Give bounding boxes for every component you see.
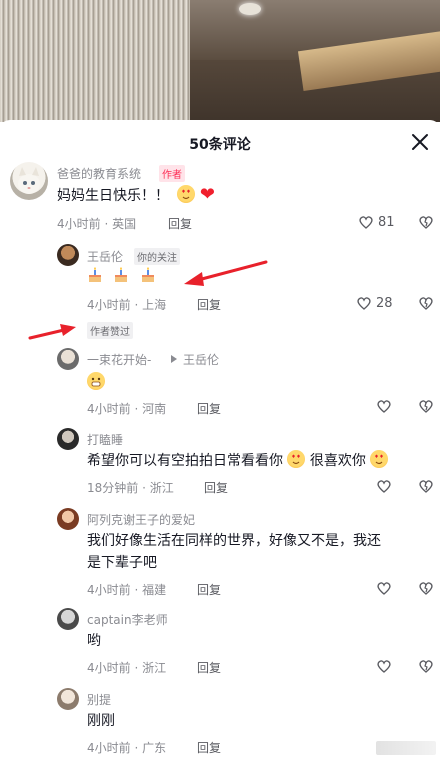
heart-outline-icon [357, 297, 371, 310]
comment-username[interactable]: captain李老师 [87, 611, 168, 628]
dislike-button[interactable] [418, 398, 434, 418]
dislike-button[interactable] [418, 478, 434, 498]
broken-heart-icon [419, 660, 433, 673]
comments-count-title: 50条评论 [189, 137, 251, 153]
comment-username[interactable]: 打瞌睡 [87, 431, 123, 448]
comment-text-part-1: 希望你可以有空拍拍日常看看你 [87, 453, 283, 469]
comment-meta: 4小时前 · 英国 [57, 217, 137, 231]
birthday-cake-icon [89, 267, 101, 282]
avatar[interactable] [57, 688, 79, 710]
reply-arrow-icon [171, 355, 177, 363]
broken-heart-icon [419, 297, 433, 310]
heart-outline-icon [377, 582, 391, 595]
comment-text-line-1: 我们好像生活在同样的世界，好像又不是，我还 [87, 533, 381, 549]
comment-text: 哟 [87, 633, 101, 649]
close-icon [412, 134, 428, 150]
reply-comment-item: 阿列克谢王子的爱妃 我们好像生活在同样的世界，好像又不是，我还 是下辈子吧 4小… [0, 505, 440, 600]
heart-eyes-emoji-icon [287, 450, 306, 468]
comment-text [87, 266, 162, 288]
avatar[interactable] [10, 162, 48, 200]
heart-outline-icon [359, 216, 373, 229]
avatar[interactable] [57, 608, 79, 630]
comment-meta: 18分钟前 · 浙江 [87, 481, 174, 495]
reply-comment-item: captain李老师 哟 4小时前 · 浙江 回复 [0, 605, 440, 680]
broken-heart-icon [419, 582, 433, 595]
comment-text [87, 372, 105, 394]
birthday-cake-icon [115, 267, 128, 282]
red-arrow-annotation [28, 324, 76, 340]
comments-header: 50条评论 [0, 120, 440, 164]
heart-outline-icon [377, 400, 391, 413]
heart-eyes-emoji-icon [177, 185, 196, 203]
comment-username[interactable]: 一束花开始- [87, 351, 151, 368]
author-liked-badge: 作者赞过 [87, 322, 133, 339]
author-badge: 作者 [159, 165, 185, 182]
comment-text: 妈妈生日快乐！！ ❤ [57, 184, 215, 207]
close-button[interactable] [410, 132, 430, 152]
reply-button[interactable]: 回复 [168, 215, 192, 232]
dislike-button[interactable] [418, 580, 434, 600]
broken-heart-icon [419, 216, 433, 229]
dislike-button[interactable] [418, 214, 434, 234]
grimace-emoji-icon [87, 372, 105, 390]
cat-avatar-icon [18, 167, 40, 194]
heart-outline-icon [377, 480, 391, 493]
red-heart-emoji-icon: ❤ [199, 184, 215, 205]
avatar[interactable] [57, 348, 79, 370]
ceiling-light [239, 3, 261, 15]
broken-heart-icon [419, 400, 433, 413]
comment-text: 希望你可以有空拍拍日常看看你 很喜欢你 [87, 450, 389, 472]
reply-to-username[interactable]: 王岳伦 [183, 351, 219, 368]
like-button[interactable] [376, 580, 392, 596]
watermark [376, 741, 436, 755]
comment-meta: 4小时前 · 河南 [87, 402, 167, 416]
comment-username[interactable]: 阿列克谢王子的爱妃 [87, 511, 195, 528]
like-button[interactable] [376, 658, 392, 674]
reply-button[interactable]: 回复 [197, 739, 221, 756]
broken-heart-icon [419, 480, 433, 493]
like-button[interactable] [376, 478, 392, 494]
avatar[interactable] [57, 508, 79, 530]
birthday-cake-icon [141, 267, 154, 282]
reply-comment-item: 打瞌睡 希望你可以有空拍拍日常看看你 很喜欢你 18分钟前 · 浙江 回复 [0, 425, 440, 500]
heart-outline-icon [377, 660, 391, 673]
reply-button[interactable]: 回复 [197, 296, 221, 313]
comment-username[interactable]: 别提 [87, 691, 111, 708]
reply-button[interactable]: 回复 [197, 400, 221, 417]
reply-comment-item: 一束花开始- 王岳伦 4小时前 · 河南 回复 [0, 345, 440, 420]
comment-text-part-2: 很喜欢你 [309, 453, 366, 469]
comment-meta: 4小时前 · 上海 [87, 298, 167, 312]
reply-button[interactable]: 回复 [197, 659, 221, 676]
comment-meta: 4小时前 · 福建 [87, 583, 167, 597]
dislike-button[interactable] [418, 295, 434, 315]
dislike-button[interactable] [418, 658, 434, 678]
comment-username[interactable]: 爸爸的教育系统 [57, 165, 141, 182]
comment-username[interactable]: 王岳伦 [87, 248, 123, 265]
like-button[interactable] [376, 398, 392, 414]
red-arrow-annotation [184, 260, 268, 286]
reply-button[interactable]: 回复 [197, 581, 221, 598]
reply-button[interactable]: 回复 [204, 479, 228, 496]
comment-meta: 4小时前 · 广东 [87, 741, 167, 755]
comment-text: 刚刚 [87, 713, 115, 729]
comment-text-content: 妈妈生日快乐！！ [57, 188, 169, 204]
like-count: 28 [376, 295, 393, 311]
comment-meta: 4小时前 · 浙江 [87, 661, 167, 675]
avatar[interactable] [57, 244, 79, 266]
reply-comment-item: 别提 刚刚 4小时前 · 广东 回复 [0, 685, 440, 760]
like-button[interactable]: 28 [356, 295, 393, 311]
like-button[interactable]: 81 [358, 214, 395, 230]
video-background [0, 0, 440, 122]
curtain-image [0, 0, 190, 122]
like-count: 81 [378, 214, 395, 230]
comment-item: 爸爸的教育系统 作者 妈妈生日快乐！！ ❤ 4小时前 · 英国 回复 81 [0, 160, 440, 240]
avatar[interactable] [57, 428, 79, 450]
heart-eyes-emoji-icon [370, 450, 389, 468]
comment-text-line-2: 是下辈子吧 [87, 555, 157, 571]
following-badge: 你的关注 [134, 248, 180, 265]
